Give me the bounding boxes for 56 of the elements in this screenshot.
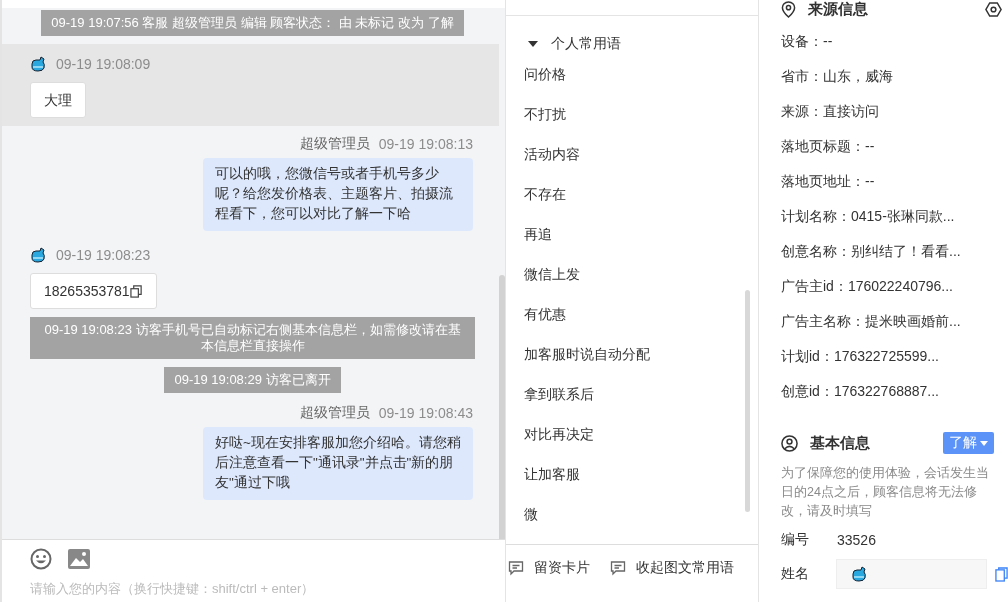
system-message: 09-19 19:07:56 客服 超级管理员 编辑 顾客状态： 由 未标记 改为 了解	[41, 10, 464, 36]
info-field: 落地页地址：--	[781, 173, 875, 189]
info-field: 计划名称：0415-张琳同款...	[781, 208, 955, 224]
field-label: 编号	[781, 531, 810, 549]
info-field: 省市：山东，威海	[781, 68, 893, 84]
field-label: 姓名	[781, 565, 810, 583]
message-bubble: 可以的哦，您微信号或者手机号多少呢？给您发价格表、主题客片、拍摄流程看下，您可以对比了解一下哈	[203, 158, 473, 231]
phrase-item[interactable]: 加客服时说自动分配	[524, 334, 758, 374]
copy-icon	[995, 566, 1008, 582]
message-time: 09-19 19:08:13	[378, 136, 473, 152]
field-value: 33526	[837, 532, 876, 548]
location-icon	[781, 0, 796, 18]
system-message: 09-19 19:08:23 访客手机号已自动标记右侧基本信息栏，如需修改请在基本信息栏直接操作	[30, 317, 475, 359]
emoji-icon	[30, 548, 52, 570]
info-field: 来源：直接访问	[781, 103, 879, 119]
info-field: 广告主id：176022240796...	[781, 278, 953, 294]
phrase-item[interactable]: 微信上发	[524, 254, 758, 294]
info-field: 计划id：176322725599...	[781, 348, 939, 364]
sender-name: 超级管理员	[299, 135, 370, 153]
phrase-item[interactable]: 微	[524, 494, 758, 534]
message-text: 大理	[44, 91, 72, 109]
section-title: 基本信息	[810, 433, 871, 453]
chat-icon	[610, 560, 626, 576]
phrase-item[interactable]: 让加客服	[524, 454, 758, 494]
info-field: 创意名称：别纠结了！看看...	[781, 243, 961, 259]
message-bubble: 好哒~现在安排客服加您介绍哈。请您稍后注意查看一下"通讯录"并点击"新的朋友"通过下哦	[203, 427, 473, 500]
info-field: 创意id：176322768887...	[781, 383, 939, 399]
section-title: 来源信息	[808, 0, 869, 19]
name-field[interactable]	[836, 559, 987, 589]
info-field: 落地页标题：--	[781, 138, 875, 154]
message-time: 09-19 19:08:09	[56, 56, 151, 72]
settings-icon	[985, 0, 1002, 18]
message-time: 09-19 19:08:43	[378, 405, 473, 421]
caret-icon	[980, 440, 988, 446]
avatar-icon	[30, 56, 46, 72]
notice-text: 为了保障您的使用体验，会话发生当日的24点之后，顾客信息将无法修改，请及时填写	[781, 465, 990, 520]
phrase-item[interactable]: 有优惠	[524, 294, 758, 334]
phrase-item[interactable]: 再追	[524, 214, 758, 254]
user-icon	[781, 434, 798, 452]
chat-icon	[508, 560, 524, 576]
phrase-item[interactable]: 拿到联系后	[524, 374, 758, 414]
message-time: 09-19 19:08:23	[56, 247, 151, 263]
avatar-icon	[30, 247, 46, 263]
phrase-item[interactable]: 活动内容	[524, 134, 758, 174]
system-message: 09-19 19:08:29 访客已离开	[164, 367, 341, 393]
image-icon	[68, 549, 90, 569]
info-field: 设备：--	[781, 33, 833, 49]
phrase-item[interactable]: 对比再决定	[524, 414, 758, 454]
phrase-item[interactable]: 不存在	[524, 174, 758, 214]
message-text: 18265353781	[44, 282, 130, 300]
footer-button[interactable]: 留资卡片	[508, 559, 590, 577]
info-field: 广告主名称：提米映画婚前...	[781, 313, 961, 329]
sender-name: 超级管理员	[299, 404, 370, 422]
avatar-icon	[851, 566, 868, 582]
footer-button[interactable]: 收起图文常用语	[610, 559, 734, 577]
phrase-item[interactable]: 不打扰	[524, 94, 758, 134]
